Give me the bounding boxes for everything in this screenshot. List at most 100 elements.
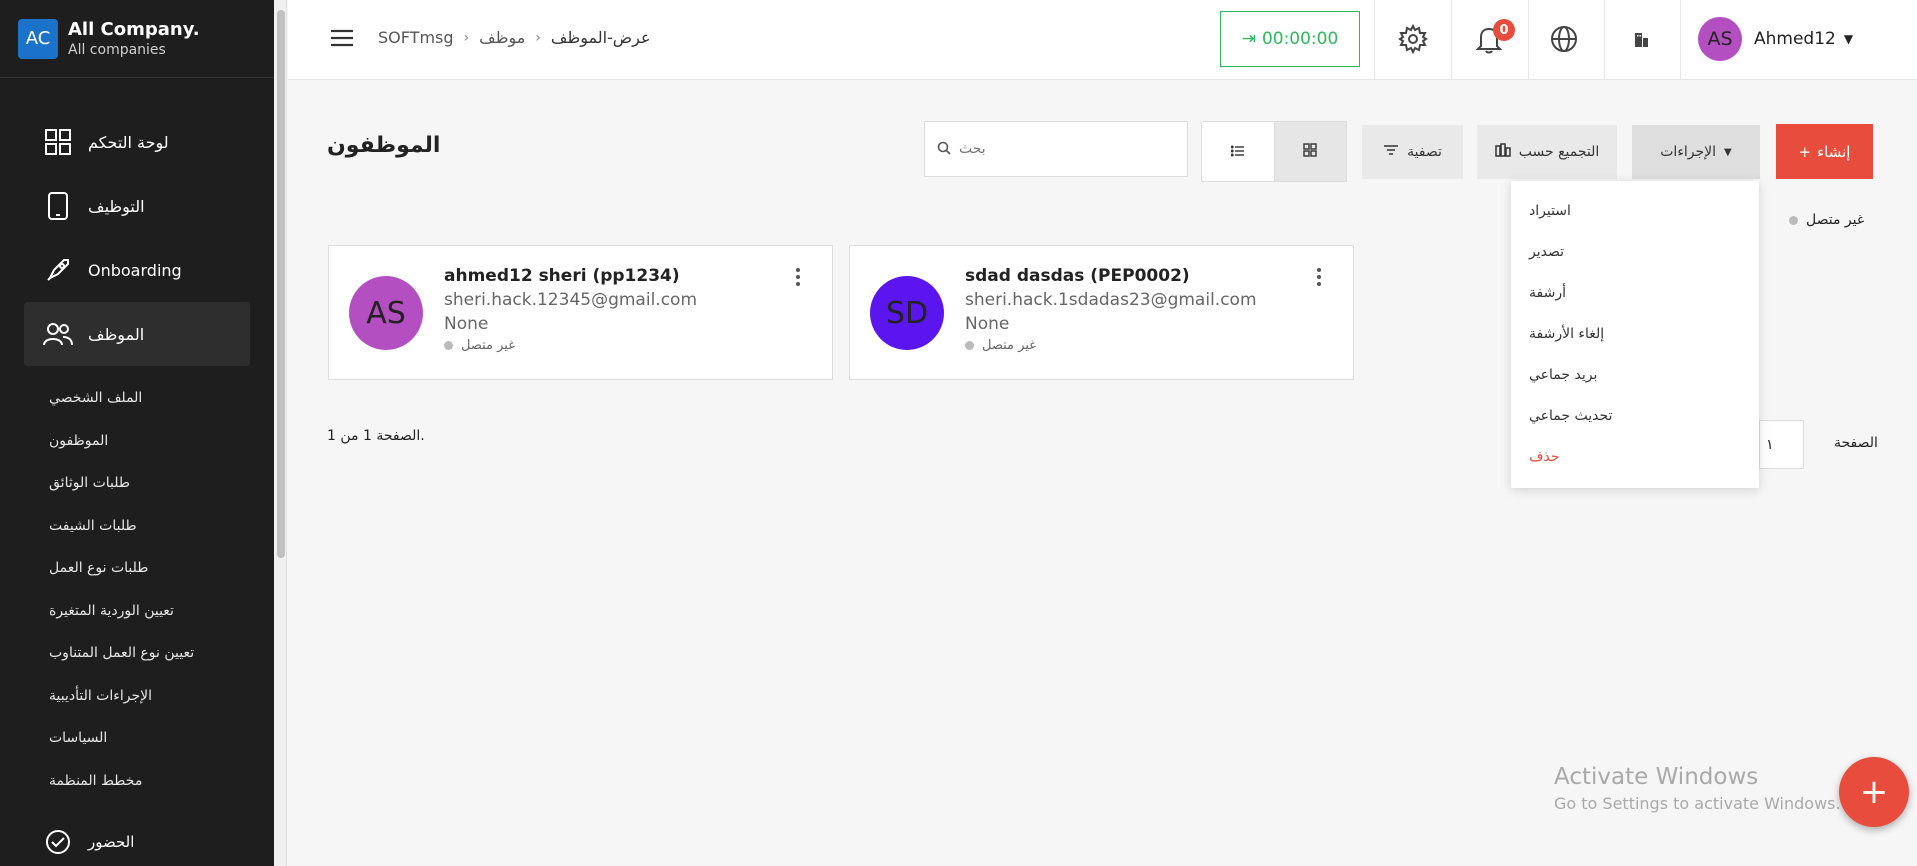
employee-name[interactable]: ahmed12 sheri (pp1234)	[444, 266, 697, 286]
status-dot	[1789, 215, 1798, 225]
sidebar-item-attendance[interactable]: الحضور	[42, 826, 134, 858]
company-logo: AC	[18, 18, 58, 59]
breadcrumb-current: عرض-الموظف	[550, 28, 651, 47]
avatar: AS	[349, 276, 423, 350]
sidebar-nav: لوحة التحكم التوظيف Onboarding الموظف	[24, 110, 250, 366]
search-box[interactable]	[924, 121, 1188, 177]
sidebar-item-employee[interactable]: الموظف	[24, 302, 250, 366]
globe-icon[interactable]	[1547, 22, 1581, 56]
employee-email: sheri.hack.1sdadas23@gmail.com	[965, 290, 1257, 310]
chevron-right-icon: ›	[463, 29, 470, 46]
sign-in-icon: ⇥	[1241, 29, 1256, 49]
divider	[1374, 0, 1375, 80]
sidebar-item-label: Onboarding	[88, 260, 182, 280]
status-dot	[444, 341, 453, 350]
notification-badge: 0	[1493, 19, 1515, 41]
subnav-org-chart[interactable]: مخطط المنظمة	[49, 760, 194, 803]
status-filter[interactable]: غير متصل	[1789, 212, 1864, 228]
grid-icon	[1303, 142, 1317, 161]
floating-add-button[interactable]: +	[1839, 757, 1909, 827]
filter-button[interactable]: تصفية	[1362, 125, 1463, 179]
watermark-title: Activate Windows	[1554, 764, 1759, 790]
breadcrumb-item[interactable]: SOFTmsg	[378, 28, 454, 47]
list-icon	[1230, 142, 1245, 161]
actions-dropdown: استيراد تصدير أرشفة إلغاء الأرشفة بريد ج…	[1511, 181, 1759, 488]
employee-card[interactable]: AS ahmed12 sheri (pp1234) sheri.hack.123…	[328, 245, 833, 380]
sidebar-item-label: الحضور	[88, 833, 135, 851]
group-by-button[interactable]: التجميع حسب	[1477, 125, 1617, 179]
sidebar-item-label: الموظف	[88, 324, 145, 344]
actions-label: الإجراءات	[1660, 144, 1717, 160]
employee-status: غير متصل	[965, 338, 1257, 353]
list-view-button[interactable]	[1202, 122, 1274, 181]
create-button[interactable]: + إنشاء	[1776, 124, 1873, 179]
check-circle-icon	[42, 826, 74, 858]
breadcrumb-item[interactable]: موظف	[479, 28, 525, 47]
dashboard-icon	[42, 126, 74, 158]
subnav-document-requests[interactable]: طلبات الوثائق	[49, 462, 194, 505]
rocket-icon	[42, 254, 74, 286]
search-icon	[937, 140, 951, 159]
grid-view-button[interactable]	[1273, 122, 1346, 181]
create-label: إنشاء	[1817, 142, 1851, 161]
sidebar-scrollbar-thumb[interactable]	[277, 10, 285, 558]
menu-item-archive[interactable]: أرشفة	[1511, 273, 1759, 314]
status-label: غير متصل	[461, 338, 516, 353]
phone-icon	[42, 190, 74, 222]
menu-item-unarchive[interactable]: إلغاء الأرشفة	[1511, 314, 1759, 355]
status-label: غير متصل	[982, 338, 1037, 353]
topbar: SOFTmsg › موظف › عرض-الموظف ⇥ 00:00:00 0…	[288, 0, 1917, 80]
group-by-label: التجميع حسب	[1518, 144, 1600, 160]
timer-value: 00:00:00	[1261, 29, 1339, 49]
company-subtitle: All companies	[68, 42, 166, 58]
clock-in-button[interactable]: ⇥ 00:00:00	[1220, 11, 1360, 67]
menu-item-bulk-mail[interactable]: بريد جماعي	[1511, 355, 1759, 396]
avatar: AS	[1698, 17, 1742, 61]
actions-button[interactable]: الإجراءات ▼	[1632, 125, 1760, 179]
subnav-policies[interactable]: السياسات	[49, 717, 194, 760]
plus-icon: +	[1859, 772, 1889, 812]
windows-activation-watermark: Activate Windows Go to Settings to activ…	[1554, 764, 1841, 813]
divider	[1680, 0, 1681, 80]
subnav-employees[interactable]: الموظفون	[49, 420, 194, 463]
employee-department: None	[444, 314, 489, 334]
sidebar-item-dashboard[interactable]: لوحة التحكم	[24, 110, 250, 174]
subnav-rotating-work-type[interactable]: تعيين نوع العمل المتناوب	[49, 632, 194, 675]
company-switcher[interactable]: AC All Company. All companies	[0, 0, 274, 78]
status-dot	[965, 341, 974, 350]
sidebar-item-onboarding[interactable]: Onboarding	[24, 238, 250, 302]
gear-icon[interactable]	[1396, 22, 1430, 56]
chevron-right-icon: ›	[535, 29, 541, 46]
subnav-shift-requests[interactable]: طلبات الشيفت	[49, 505, 194, 548]
subnav-work-type-requests[interactable]: طلبات نوع العمل	[49, 547, 194, 590]
menu-item-import[interactable]: استيراد	[1511, 191, 1759, 232]
divider	[1604, 0, 1605, 80]
subnav-profile[interactable]: الملف الشخصي	[49, 377, 194, 420]
search-input[interactable]	[959, 141, 1159, 157]
building-icon[interactable]	[1624, 22, 1658, 56]
menu-icon[interactable]	[330, 28, 354, 48]
menu-item-delete[interactable]: حذف	[1511, 437, 1759, 478]
company-name: All Company.	[68, 19, 200, 40]
plus-icon: +	[1798, 142, 1812, 161]
employee-department: None	[965, 314, 1010, 334]
divider	[1451, 0, 1452, 80]
filter-label: تصفية	[1407, 144, 1442, 160]
subnav-disciplinary-actions[interactable]: الإجراءات التأديبية	[49, 675, 194, 718]
user-menu[interactable]: AS Ahmed12 ▼	[1698, 17, 1853, 61]
avatar: SD	[870, 276, 944, 350]
employee-card[interactable]: SD sdad dasdas (PEP0002) sheri.hack.1sda…	[849, 245, 1354, 380]
breadcrumb: SOFTmsg › موظف › عرض-الموظف	[378, 28, 651, 47]
menu-item-export[interactable]: تصدير	[1511, 232, 1759, 273]
user-name: Ahmed12	[1754, 29, 1836, 49]
caret-down-icon: ▼	[1843, 32, 1854, 46]
page-number-input[interactable]: ١	[1759, 420, 1804, 469]
more-vertical-icon[interactable]	[1313, 266, 1325, 288]
menu-item-bulk-update[interactable]: تحديث جماعي	[1511, 396, 1759, 437]
more-vertical-icon[interactable]	[792, 266, 804, 288]
filter-icon	[1383, 144, 1399, 160]
subnav-rotating-shift[interactable]: تعيين الوردية المتغيرة	[49, 590, 194, 633]
employee-name[interactable]: sdad dasdas (PEP0002)	[965, 266, 1257, 286]
sidebar-item-recruitment[interactable]: التوظيف	[24, 174, 250, 238]
view-toggle	[1201, 121, 1347, 182]
